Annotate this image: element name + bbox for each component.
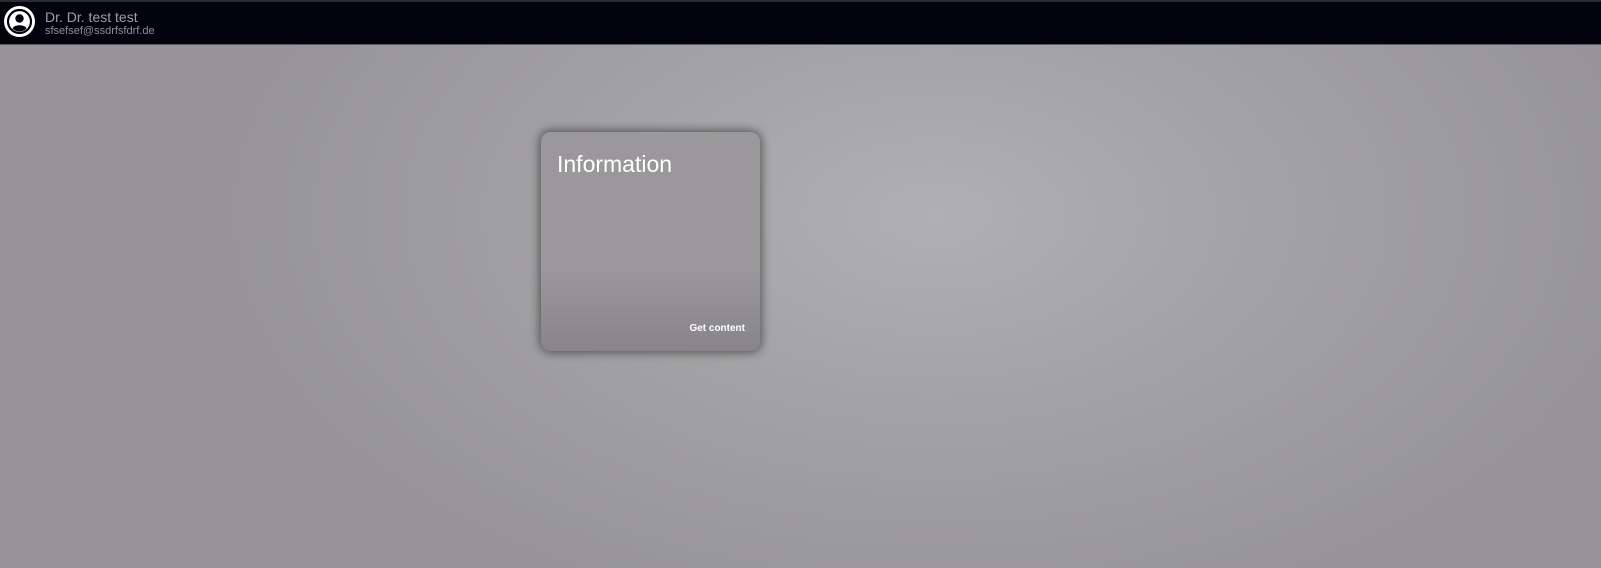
- user-name: Dr. Dr. test test: [45, 9, 138, 25]
- top-bar: Dr. Dr. test test sfsefsef@ssdrfsfdrf.de: [0, 0, 1601, 45]
- account-circle-icon[interactable]: [4, 6, 35, 37]
- get-content-button[interactable]: Get content: [689, 323, 745, 335]
- card-title: Information: [557, 151, 673, 177]
- user-email: sfsefsef@ssdrfsfdrf.de: [45, 25, 155, 37]
- information-card: Information Get content: [541, 132, 760, 351]
